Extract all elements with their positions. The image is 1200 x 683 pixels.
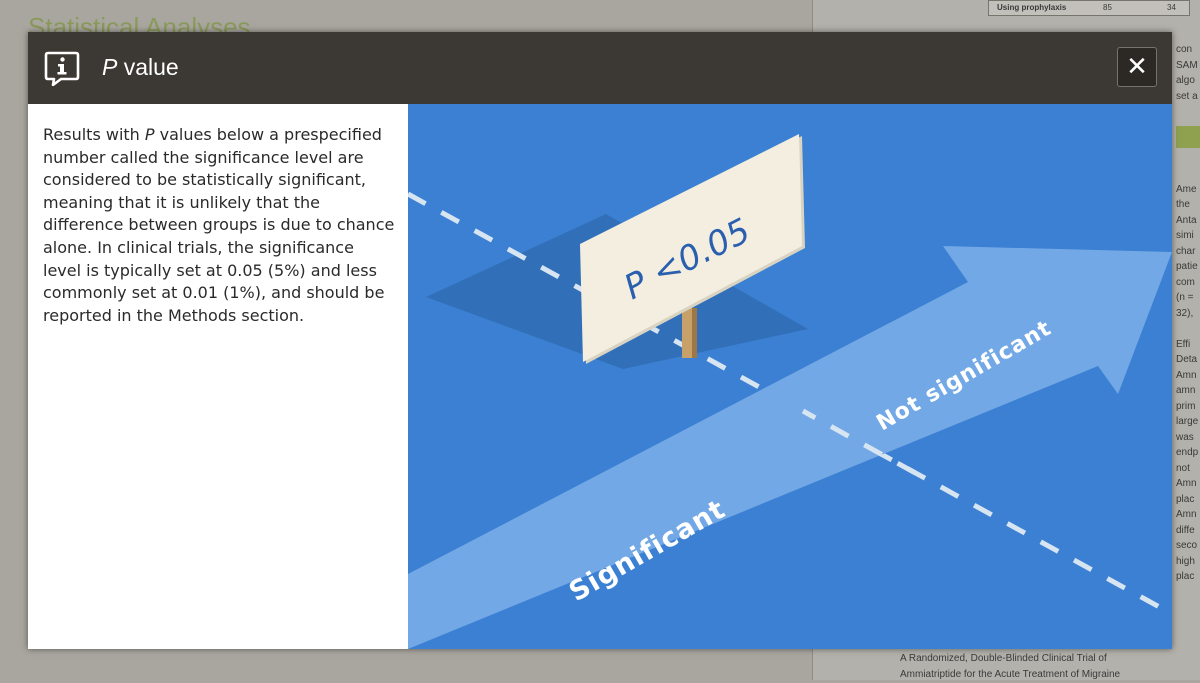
p-value-illustration: Significant Not significant P <0.05 [408, 104, 1172, 649]
background-citation: A Randomized, Double-Blinded Clinical Tr… [900, 651, 1120, 683]
background-text-line: char [1176, 245, 1196, 257]
background-text-line: the [1176, 199, 1190, 210]
background-text-line [1176, 135, 1200, 151]
background-text-line: large [1176, 416, 1199, 427]
background-text-line: simi [1176, 230, 1194, 241]
background-text-line: Effi [1176, 338, 1191, 350]
description-part: values below a prespecified number calle… [43, 125, 395, 325]
description-panel: Results with P values below a prespecifi… [28, 104, 408, 649]
citation-line: A Randomized, Double-Blinded Clinical Tr… [900, 653, 1107, 664]
background-text-line: amn [1176, 385, 1196, 396]
close-icon: ✕ [1126, 52, 1148, 82]
background-table-value: 85 [1103, 3, 1112, 12]
background-text-line [1176, 166, 1200, 182]
background-text-line: set a [1176, 90, 1198, 102]
background-text-line: (n = [1176, 292, 1194, 303]
citation-line: Ammiatriptide for the Acute Treatment of… [900, 669, 1121, 680]
description-italic-p: P [144, 125, 155, 144]
p-value-dialog: P value ✕ Results with P values below a … [28, 32, 1172, 649]
dialog-header: P value ✕ [28, 32, 1172, 104]
background-text-line: diffe [1176, 524, 1195, 536]
info-speech-bubble-icon [44, 51, 80, 86]
background-text-line: algo [1176, 75, 1195, 86]
background-text-line: plac [1176, 493, 1195, 505]
background-text-line: prim [1176, 400, 1196, 412]
background-text-line [1176, 151, 1200, 167]
background-text-line: high [1176, 555, 1195, 567]
background-text-line: SAM [1176, 59, 1198, 71]
illustration-canvas: Significant Not significant P <0.05 [408, 104, 1172, 649]
sign-post-side [692, 308, 697, 358]
close-button[interactable]: ✕ [1117, 47, 1157, 87]
background-text-line: com [1176, 276, 1195, 288]
background-table-label: Using prophylaxis [997, 3, 1067, 12]
description-text: Results with P values below a prespecifi… [43, 124, 395, 327]
background-text-line [1176, 120, 1200, 136]
background-text-line [1176, 321, 1200, 337]
dialog-title-text: value [117, 54, 179, 80]
dialog-body: Results with P values below a prespecifi… [28, 104, 1172, 649]
background-table-value: 34 [1167, 3, 1176, 12]
dialog-title-italic: P [102, 54, 118, 80]
background-text-line: Amn [1176, 509, 1197, 520]
background-text-line: 32), [1176, 307, 1194, 319]
background-text-line: Deta [1176, 354, 1198, 365]
background-text-line: was [1176, 431, 1194, 443]
background-text-line: Ame [1176, 183, 1197, 195]
description-part: Results with [43, 125, 145, 144]
dialog-title: P value [102, 54, 179, 81]
background-text-line [1176, 104, 1200, 120]
background-column-text: con SAM algo set a Ame the Anta simi char patie c… [1176, 42, 1200, 585]
background-text-line: con [1176, 44, 1193, 55]
background-text-line: not [1176, 462, 1190, 474]
background-text-line: endp [1176, 447, 1199, 458]
background-text-line: Amn [1176, 478, 1197, 489]
background-text-line: Amn [1176, 369, 1197, 381]
background-text-line: plac [1176, 571, 1195, 582]
background-table-row: Using prophylaxis 85 34 [988, 0, 1190, 16]
sign-post [682, 308, 692, 358]
background-text-line: Anta [1176, 214, 1197, 226]
background-text-line: seco [1176, 540, 1198, 551]
background-text-line: patie [1176, 261, 1198, 272]
